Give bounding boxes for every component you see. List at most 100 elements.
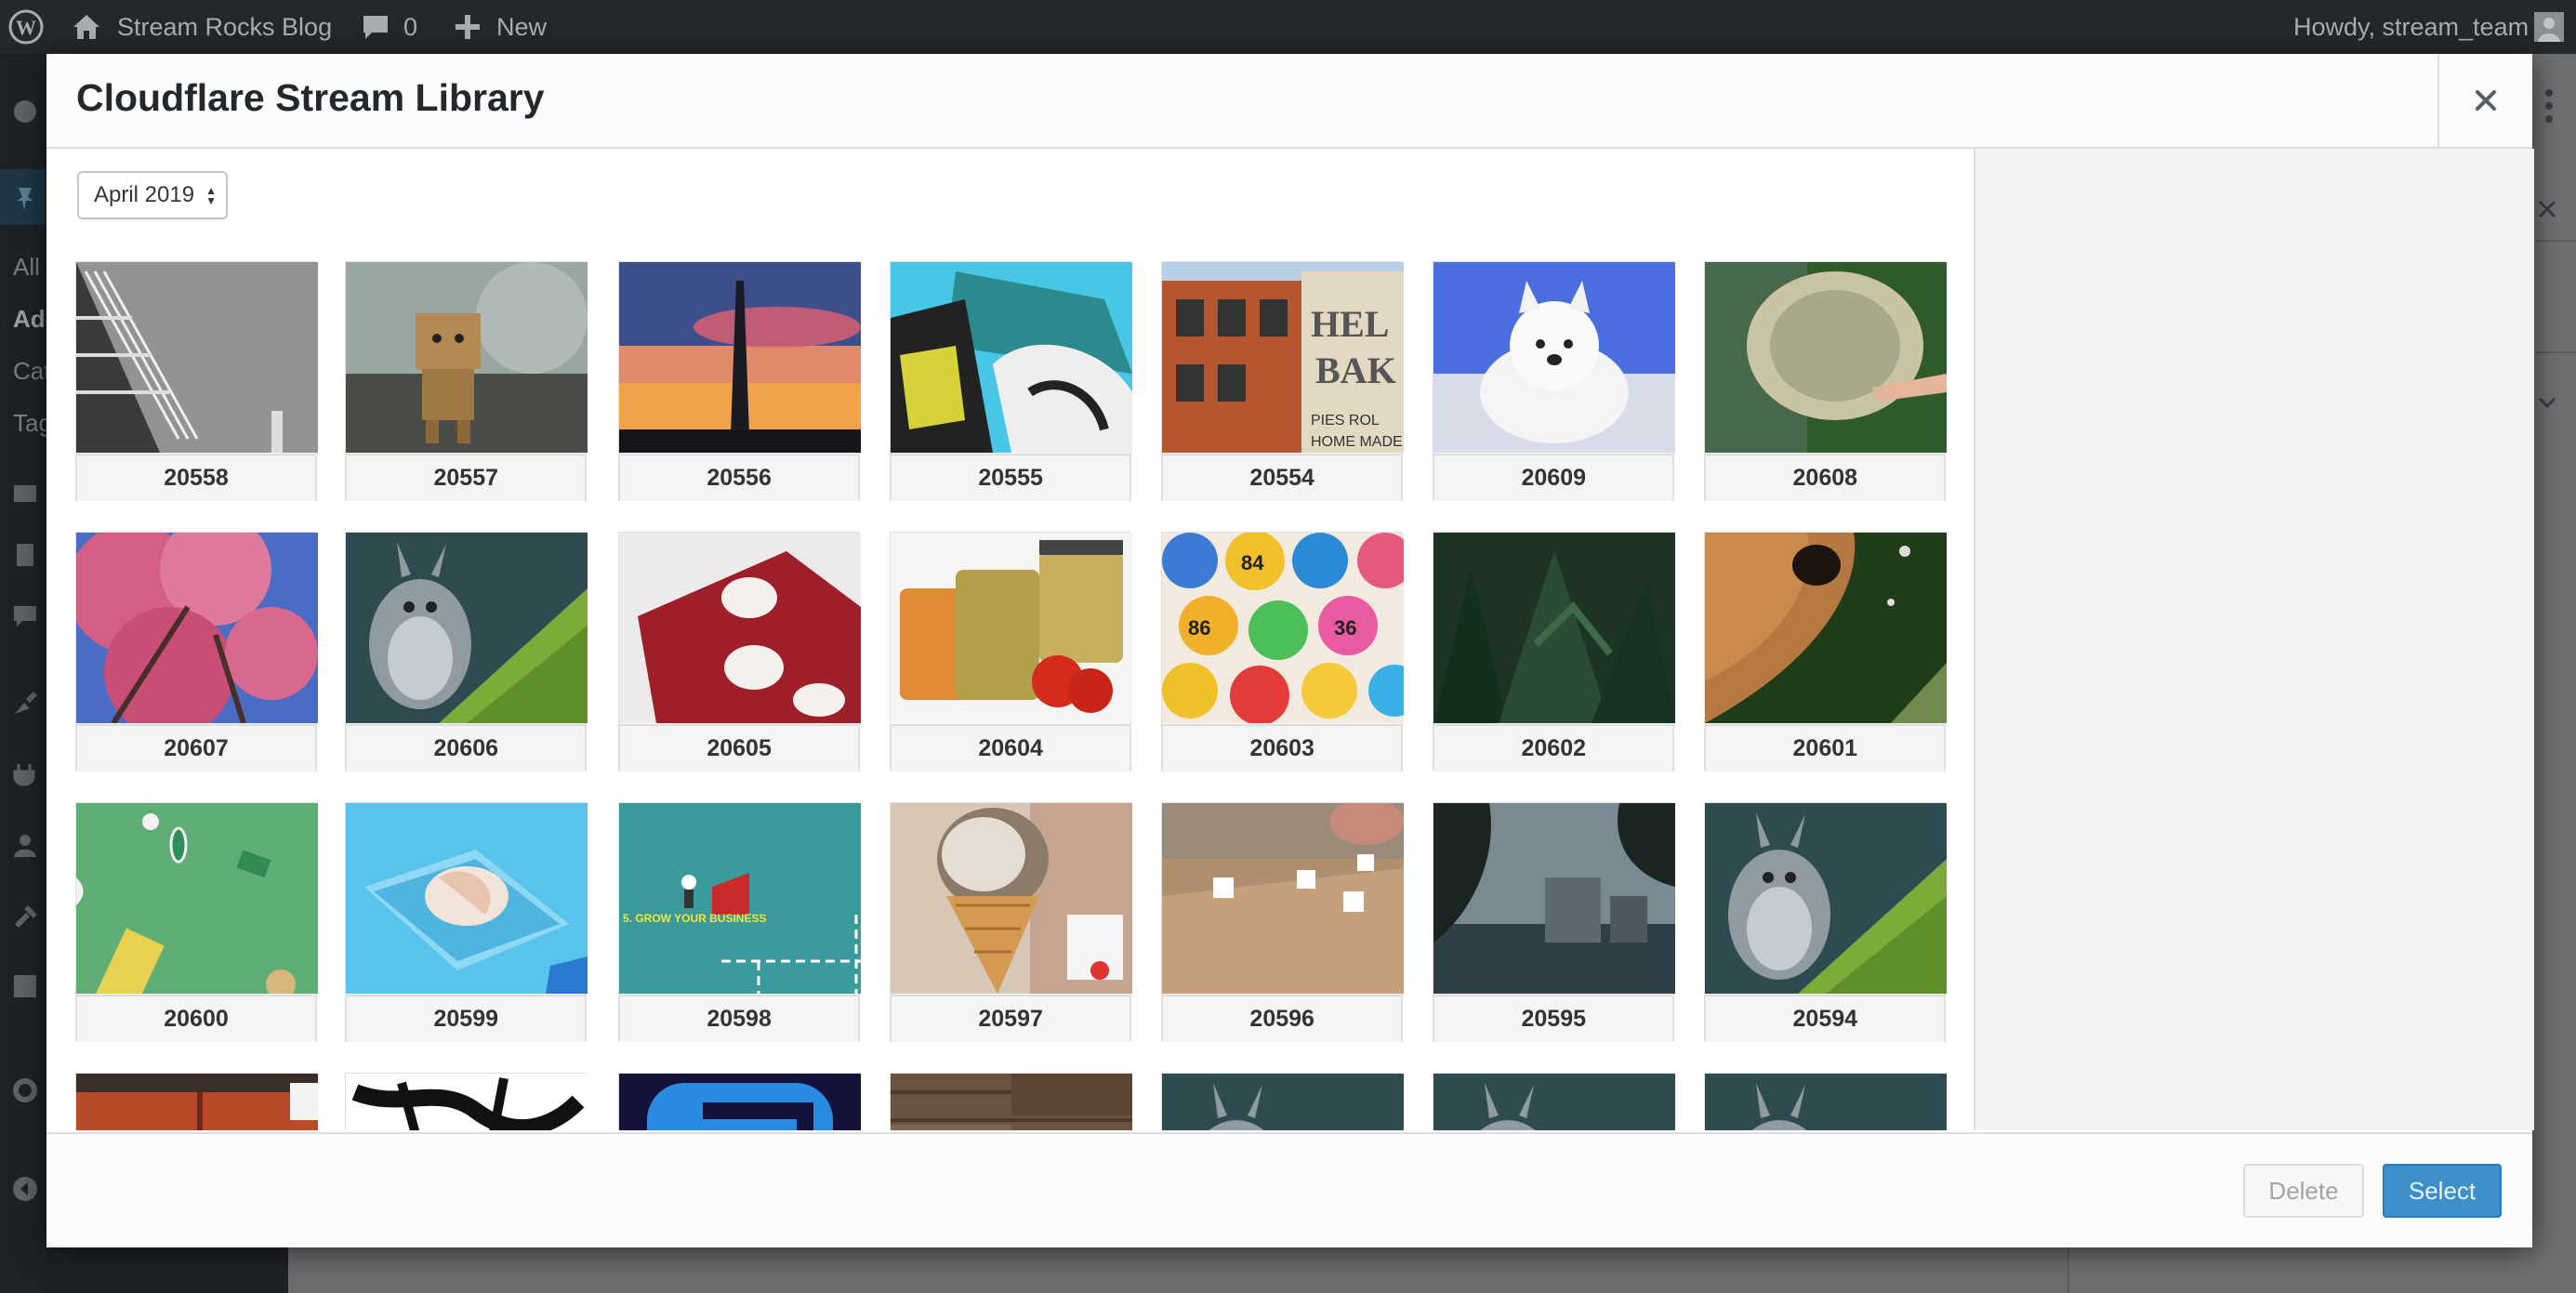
date-filter-value: April 2019 [94,182,195,207]
users-icon[interactable] [11,831,39,859]
video-thumbnail [76,803,318,994]
video-tile[interactable] [1161,1073,1405,1130]
svg-text:84: 84 [1241,551,1264,574]
comments-icon[interactable] [361,0,390,54]
plus-icon[interactable] [454,0,482,54]
video-id-label: 20599 [347,995,586,1042]
video-tile[interactable]: 20596 [1161,802,1405,1042]
sidebar-item-all[interactable]: All [13,253,40,282]
new-content-link[interactable]: New [496,0,547,54]
video-thumbnail [1433,533,1676,723]
delete-button[interactable]: Delete [2243,1164,2364,1218]
plugins-icon[interactable] [11,760,39,788]
video-id-label: 20601 [1706,724,1945,772]
video-tile[interactable]: 20594 [1704,802,1948,1042]
video-tile[interactable]: 20595 [1433,802,1676,1042]
video-thumbnail [1162,1074,1405,1130]
video-tile[interactable]: 5. GROW YOUR BUSINESS 20598 [618,802,862,1042]
video-id-label: 20608 [1706,454,1945,501]
svg-text:86: 86 [1188,616,1210,640]
video-thumbnail [1433,262,1676,453]
video-tile[interactable]: HEL BAK PIES ROL HOME MADE 20554 [1161,261,1405,501]
video-tile[interactable]: 20604 [890,532,1133,772]
video-tile[interactable]: 20602 [1433,532,1676,772]
settings-grid-icon[interactable] [11,972,39,1000]
video-id-label: 20602 [1434,724,1673,772]
video-tile[interactable]: 20557 [345,261,588,501]
close-button[interactable] [2437,54,2532,147]
video-thumbnail [619,1074,862,1130]
video-tile[interactable]: 20600 [75,802,318,1042]
dismiss-icon[interactable] [2536,198,2558,220]
wordpress-logo-icon[interactable]: W [7,0,45,54]
video-thumbnail: 84 86 36 [1162,533,1405,723]
sidebar-item-categories[interactable]: Cat [13,357,50,386]
video-id-label: 20609 [1434,454,1673,501]
video-id-label: 20598 [620,995,859,1042]
video-tile[interactable]: 84 86 36 20603 [1161,532,1405,772]
video-thumbnail [76,1074,318,1130]
chevron-down-icon[interactable] [2536,391,2558,414]
attachment-details-pane [1974,149,2534,1130]
video-id-label: 20600 [77,995,315,1042]
video-tile[interactable] [890,1073,1133,1130]
modal-header: Cloudflare Stream Library [46,54,2532,149]
appearance-icon[interactable] [11,690,39,718]
video-thumbnail [76,533,318,723]
video-tile[interactable]: 20609 [1433,261,1676,501]
comments-count[interactable]: 0 [403,0,417,54]
video-id-label: 20554 [1163,454,1402,501]
video-tile[interactable]: 20556 [618,261,862,501]
video-thumbnail [1705,1074,1948,1130]
tools-icon[interactable] [11,902,39,930]
video-tile[interactable]: 20558 [75,261,318,501]
video-id-label: 20556 [620,454,859,501]
admin-bar: W Stream Rocks Blog 0 New Howdy, stream_… [0,0,2576,54]
video-id-label: 20607 [77,724,315,772]
date-filter-select[interactable]: April 2019 ▲ ▼ [77,171,228,219]
modal-footer: Delete Select [46,1132,2532,1247]
select-arrows-icon: ▲ ▼ [205,184,217,207]
video-tile[interactable]: 20555 [890,261,1133,501]
media-icon[interactable] [11,480,39,508]
more-options-icon[interactable] [2544,87,2554,125]
gear-icon[interactable] [11,1076,39,1104]
video-id-label: 20597 [892,995,1130,1042]
user-greeting[interactable]: Howdy, stream_team [2293,0,2529,54]
svg-text:W: W [16,16,36,39]
select-button[interactable]: Select [2383,1164,2502,1218]
video-tile[interactable] [1433,1073,1676,1130]
posts-pin-icon[interactable] [11,184,39,212]
modal-title: Cloudflare Stream Library [76,76,545,119]
video-id-label: 20604 [892,724,1130,772]
video-thumbnail: 5. GROW YOUR BUSINESS [619,803,862,994]
video-thumbnail [346,803,588,994]
video-tile[interactable]: 20597 [890,802,1133,1042]
comments-menu-icon[interactable] [11,602,39,630]
site-home-icon[interactable] [71,0,102,54]
video-tile[interactable]: 20605 [618,532,862,772]
video-thumbnail [1433,803,1676,994]
video-tile[interactable] [345,1073,588,1130]
video-tile[interactable]: 20608 [1704,261,1948,501]
video-thumbnail [619,262,862,453]
video-tile[interactable]: 20607 [75,532,318,772]
video-id-label: 20596 [1163,995,1402,1042]
svg-text:36: 36 [1334,616,1356,640]
video-tile[interactable]: 20601 [1704,532,1948,772]
video-id-label: 20594 [1706,995,1945,1042]
video-tile[interactable]: 20599 [345,802,588,1042]
video-id-label: 20555 [892,454,1130,501]
video-tile[interactable] [618,1073,862,1130]
stream-library-modal: Cloudflare Stream Library April 2019 ▲ ▼ … [46,54,2534,1247]
dashboard-icon[interactable] [11,97,39,125]
video-tile[interactable] [1704,1073,1948,1130]
collapse-menu-icon[interactable] [11,1175,39,1203]
video-tile[interactable]: 20606 [345,532,588,772]
avatar[interactable] [2534,0,2564,54]
video-thumbnail [1705,262,1948,453]
video-tile[interactable] [75,1073,318,1130]
pages-icon[interactable] [11,541,39,569]
video-thumbnail [1433,1074,1676,1130]
site-name-link[interactable]: Stream Rocks Blog [117,0,332,54]
